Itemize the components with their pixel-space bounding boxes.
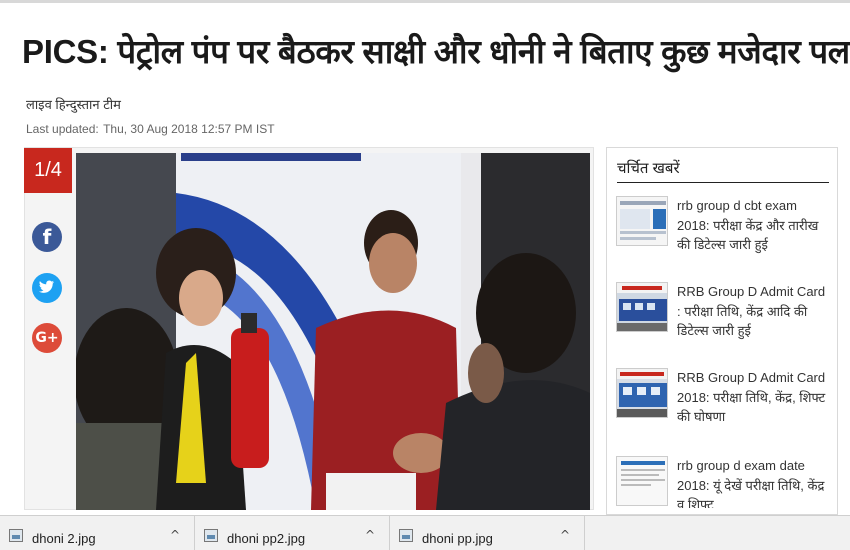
download-filename[interactable]: dhoni pp.jpg — [422, 531, 493, 546]
facebook-icon: f — [42, 225, 52, 249]
google-plus-icon: G+ — [35, 330, 59, 346]
google-plus-share-button[interactable]: G+ — [32, 323, 62, 353]
article-headline: PICS: पेट्रोल पंप पर बैठकर साक्षी और धोन… — [22, 33, 850, 70]
image-file-icon — [204, 529, 218, 542]
news-thumbnail[interactable] — [616, 456, 668, 506]
image-file-icon — [399, 529, 413, 542]
news-headline[interactable]: rrb group d cbt exam 2018: परीक्षा केंद्… — [677, 196, 831, 255]
twitter-share-button[interactable] — [32, 273, 62, 303]
news-item[interactable]: rrb group d cbt exam 2018: परीक्षा केंद्… — [616, 196, 832, 272]
last-updated-label: Last updated: — [26, 122, 99, 136]
news-item[interactable]: rrb group d exam date 2018: यूं देखें पर… — [616, 456, 832, 508]
news-thumbnail[interactable] — [616, 368, 668, 418]
download-item[interactable]: dhoni pp.jpg ^ — [390, 516, 585, 550]
last-updated: Last updated: Thu, 30 Aug 2018 12:57 PM … — [26, 122, 275, 136]
news-headline[interactable]: RRB Group D Admit Card : परीक्षा तिथि, क… — [677, 282, 831, 341]
download-filename[interactable]: dhoni 2.jpg — [32, 531, 96, 546]
news-item[interactable]: RRB Group D Admit Card 2018: परीक्षा तिथ… — [616, 368, 832, 444]
facebook-share-button[interactable]: f — [32, 222, 62, 252]
news-item[interactable]: RRB Group D Admit Card : परीक्षा तिथि, क… — [616, 282, 832, 358]
top-border — [0, 0, 850, 3]
gallery-photo[interactable] — [76, 153, 590, 510]
chevron-up-icon[interactable]: ^ — [170, 528, 180, 542]
download-item[interactable]: dhoni 2.jpg ^ — [0, 516, 195, 550]
article-author[interactable]: लाइव हिन्दुस्तान टीम — [26, 95, 121, 113]
sidebar-title-divider — [617, 182, 829, 183]
download-item[interactable]: dhoni pp2.jpg ^ — [195, 516, 390, 550]
chevron-up-icon[interactable]: ^ — [560, 528, 570, 542]
sidebar-title: चर्चित खबरें — [617, 160, 680, 177]
news-thumbnail[interactable] — [616, 196, 668, 246]
chevron-up-icon[interactable]: ^ — [365, 528, 375, 542]
news-thumbnail[interactable] — [616, 282, 668, 332]
last-updated-value: Thu, 30 Aug 2018 12:57 PM IST — [103, 122, 275, 136]
download-bar: dhoni 2.jpg ^ dhoni pp2.jpg ^ dhoni pp.j… — [0, 515, 850, 550]
image-file-icon — [9, 529, 23, 542]
download-filename[interactable]: dhoni pp2.jpg — [227, 531, 305, 546]
gallery-counter: 1/4 — [24, 148, 72, 193]
news-headline[interactable]: rrb group d exam date 2018: यूं देखें पर… — [677, 456, 831, 508]
twitter-icon — [39, 279, 55, 298]
news-headline[interactable]: RRB Group D Admit Card 2018: परीक्षा तिथ… — [677, 368, 831, 427]
